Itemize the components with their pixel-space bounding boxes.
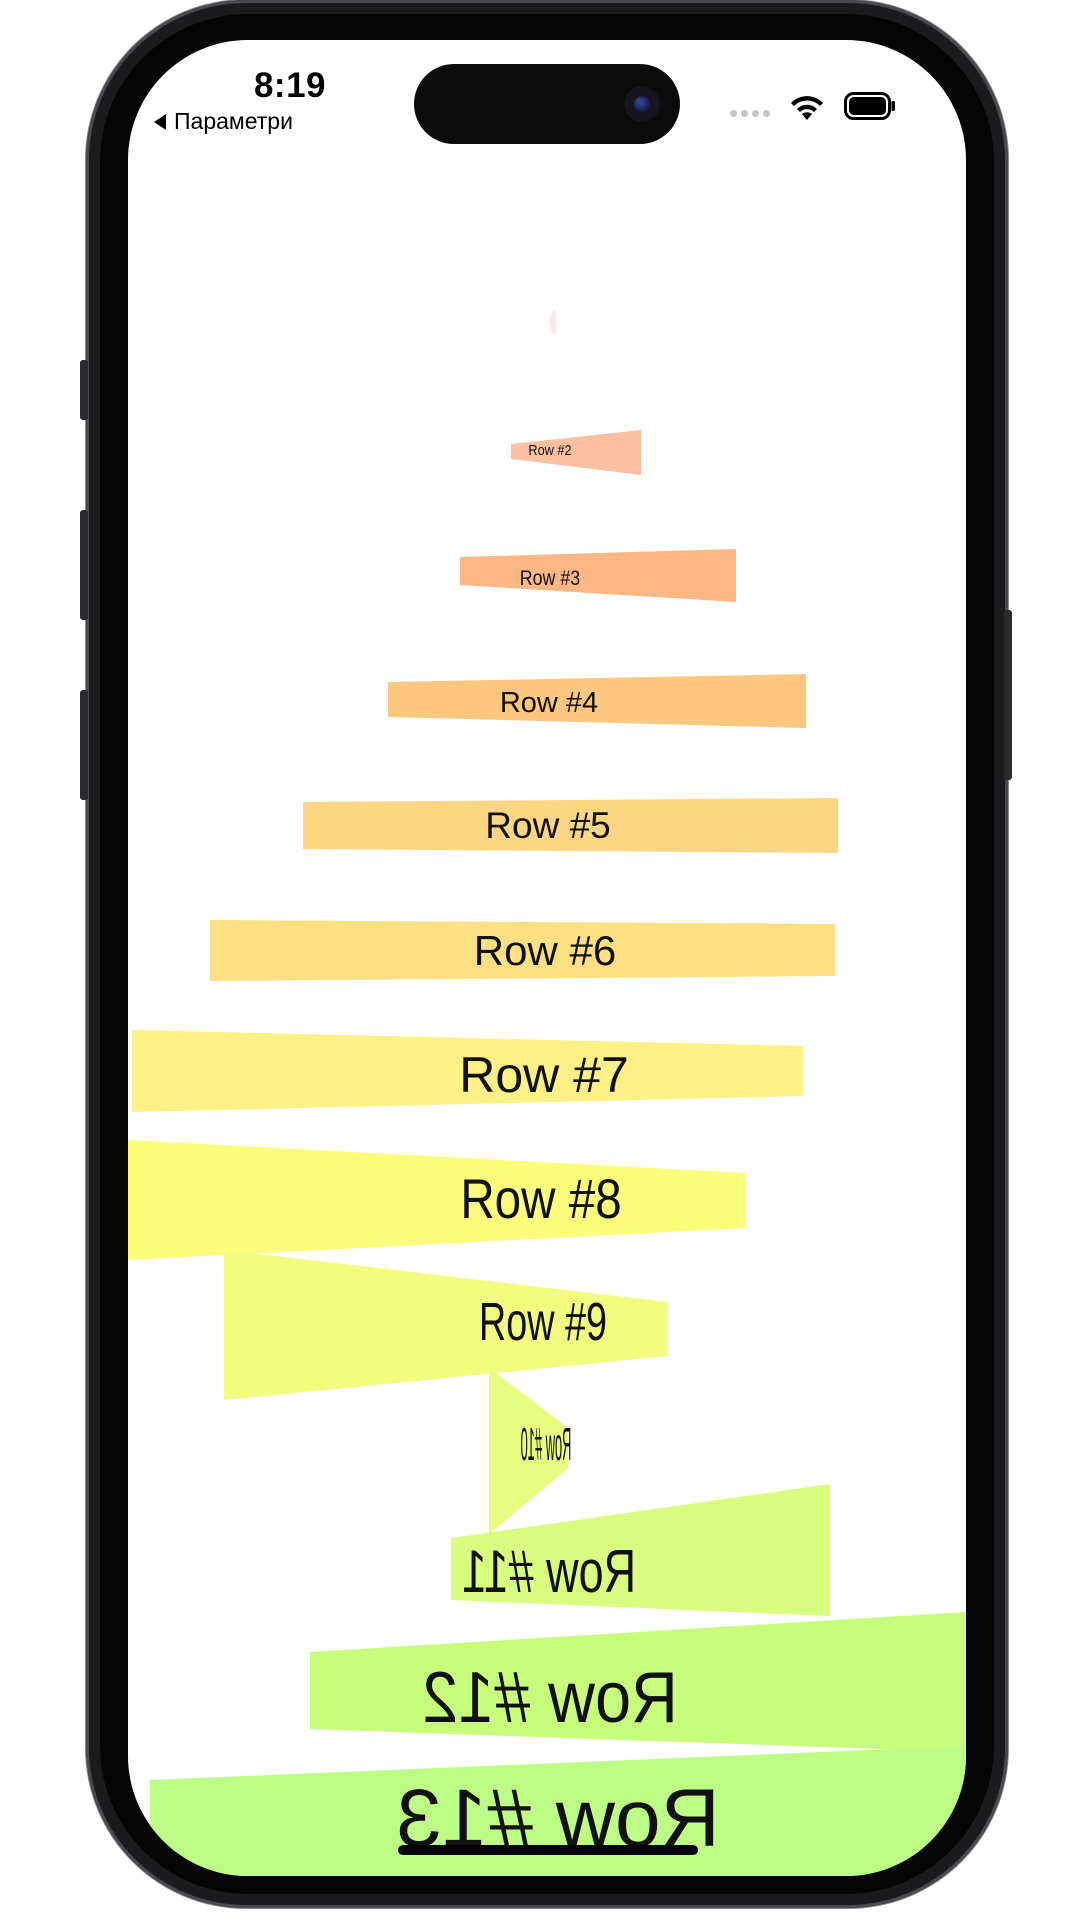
table-row[interactable]: Row #12	[310, 1612, 966, 1752]
row-5-label: Row #5	[485, 805, 610, 846]
table-row[interactable]: Row #4	[388, 674, 806, 728]
table-row[interactable]: Row #13	[150, 1746, 966, 1876]
row-11-label: Row #11	[462, 1539, 636, 1606]
row-8-label: Row #8	[460, 1168, 621, 1230]
table-row[interactable]: Row #8	[128, 1140, 746, 1260]
row-8-background	[128, 1140, 746, 1260]
volume-down-button	[80, 690, 88, 800]
rows-table: Row #2 Row #3 Row #4 Row #5 Row #6 Row #…	[128, 310, 966, 1876]
row-6-label: Row #6	[474, 927, 616, 974]
row-3-background	[460, 549, 736, 602]
row-9-label: Row #9	[479, 1291, 607, 1351]
table-row[interactable]: Row #5	[303, 798, 838, 853]
row-4-label: Row #4	[500, 687, 598, 719]
screen: 8:19 Параметри Row #2 Row #3 Row #4 Row …	[128, 40, 966, 1876]
table-row[interactable]: Row #2	[511, 430, 641, 475]
row-2-label: Row #2	[528, 441, 571, 458]
table-row[interactable]: Row #10	[489, 1368, 571, 1534]
row-7-label: Row #7	[459, 1047, 629, 1103]
row-3-label: Row #3	[520, 567, 580, 591]
table-row[interactable]: Row #7	[132, 1030, 803, 1112]
row-12-label: Row #12	[422, 1657, 678, 1738]
volume-up-button	[80, 510, 88, 620]
table-row[interactable]: Row #6	[210, 920, 835, 981]
power-button	[1004, 610, 1012, 780]
table-row[interactable]: Row #3	[460, 549, 736, 602]
home-indicator[interactable]	[398, 1845, 698, 1855]
row-10-label: Row #10	[521, 1419, 572, 1471]
table-row[interactable]: Row #9	[224, 1250, 668, 1400]
table-row-1[interactable]	[549, 310, 556, 334]
action-button	[80, 360, 88, 420]
